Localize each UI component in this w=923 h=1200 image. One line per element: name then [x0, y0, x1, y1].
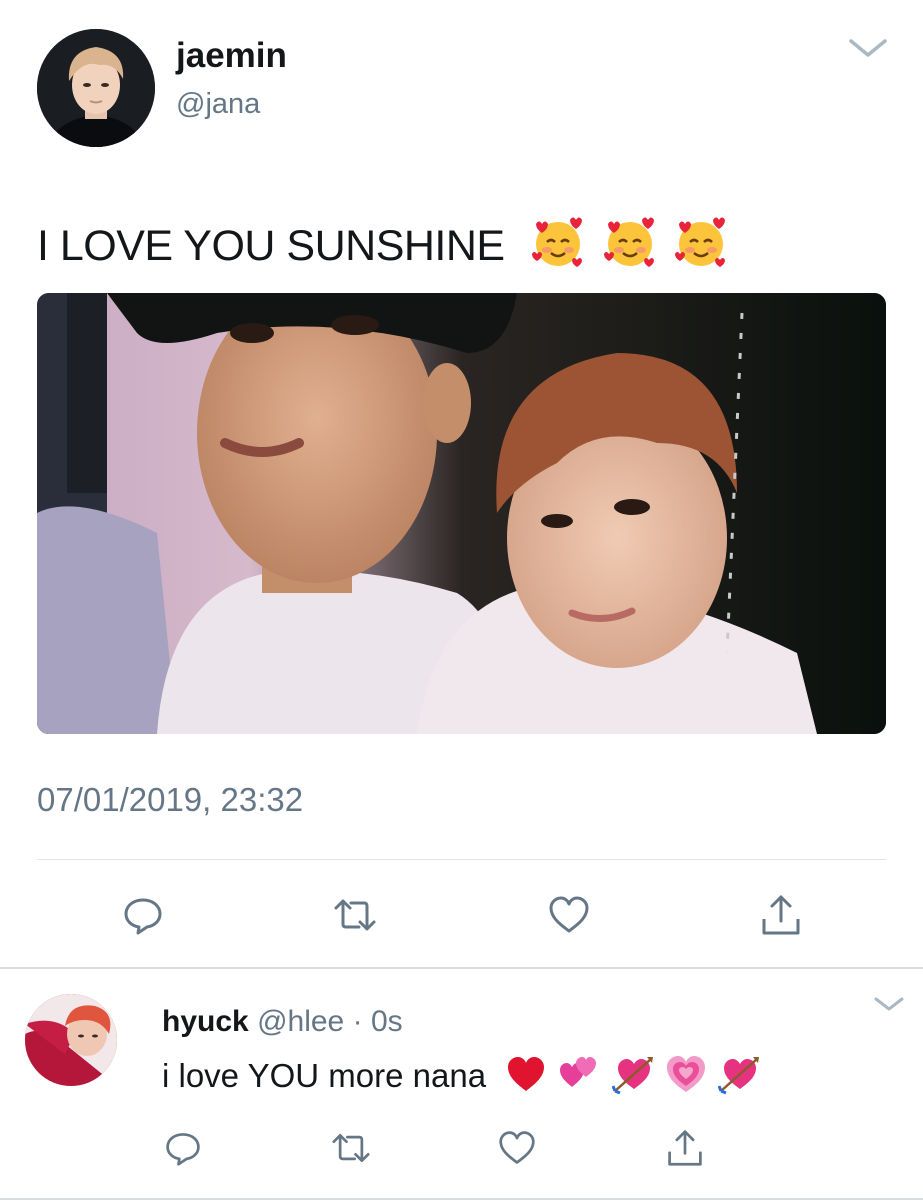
reply-icon[interactable] [118, 890, 168, 940]
heart-with-arrow-icon [717, 1053, 760, 1095]
tweet-text: I LOVE YOU SUNSHINE [37, 214, 729, 271]
separator-dot: · [352, 1005, 363, 1038]
main-tweet: jaemin @jana I LOVE YOU SUNSHINE 07/01/2… [0, 0, 923, 969]
action-bar [0, 890, 923, 940]
tweet-photo[interactable] [37, 293, 886, 734]
two-hearts-icon [558, 1053, 600, 1095]
growing-heart-icon [665, 1053, 707, 1095]
tweet-text-content: i love YOU more nana [162, 1057, 487, 1094]
smiling-face-with-hearts-icon [530, 214, 586, 270]
heart-with-arrow-icon [611, 1053, 654, 1095]
retweet-icon[interactable] [328, 1125, 374, 1171]
like-icon[interactable] [494, 1125, 540, 1171]
tweet-timestamp[interactable]: 07/01/2019, 23:32 [37, 781, 303, 819]
display-name[interactable]: hyuck [162, 1005, 249, 1038]
smiling-face-with-hearts-icon [602, 214, 658, 270]
retweet-icon[interactable] [330, 890, 380, 940]
share-icon[interactable] [662, 1125, 708, 1171]
display-name[interactable]: jaemin [176, 36, 287, 76]
tweet-text-content: I LOVE YOU SUNSHINE [37, 222, 505, 270]
tweet-text: i love YOU more nana [162, 1053, 760, 1095]
chevron-down-icon[interactable] [847, 33, 889, 63]
smiling-face-with-hearts-icon [673, 214, 729, 270]
user-handle[interactable]: @hlee [257, 1005, 344, 1038]
red-heart-icon [505, 1053, 547, 1095]
reply-icon[interactable] [160, 1125, 206, 1171]
action-bar [0, 1125, 923, 1171]
like-icon[interactable] [544, 890, 594, 940]
tweet-time[interactable]: 0s [371, 1005, 403, 1038]
reply-header: hyuck @hlee · 0s [162, 1005, 403, 1039]
user-handle[interactable]: @jana [176, 88, 260, 121]
share-icon[interactable] [756, 890, 806, 940]
chevron-down-icon[interactable] [873, 993, 905, 1015]
avatar[interactable] [37, 29, 155, 147]
divider [37, 859, 886, 860]
reply-tweet[interactable]: hyuck @hlee · 0s i love YOU more nana [0, 969, 923, 1200]
avatar[interactable] [25, 994, 117, 1086]
